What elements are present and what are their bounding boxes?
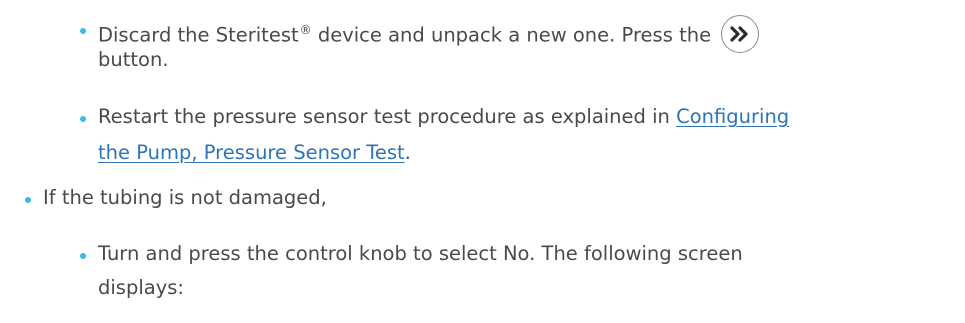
item-text: . [404, 141, 411, 164]
item-text: button. [98, 48, 169, 71]
configuring-pump-link[interactable]: Configuring [676, 105, 789, 128]
list-item-continuation: displays: [98, 276, 184, 300]
item-text: device and unpack a new one. Press the [311, 23, 712, 47]
item-text: displays: [98, 276, 184, 299]
registered-mark: ® [299, 22, 312, 37]
item-text: Turn and press the control knob to selec… [98, 242, 743, 265]
list-item-restart: Restart the pressure sensor test procedu… [98, 105, 789, 129]
list-bullet [80, 253, 86, 259]
list-item-tubing: If the tubing is not damaged, [43, 186, 327, 210]
list-bullet [25, 197, 31, 203]
next-button[interactable] [721, 15, 760, 53]
configuring-pump-link[interactable]: the Pump, Pressure Sensor Test [98, 141, 405, 164]
item-text: Restart the pressure sensor test procedu… [98, 105, 670, 128]
list-item-continuation: button. [98, 48, 169, 72]
list-bullet [80, 28, 86, 34]
double-chevron-right-icon [730, 26, 748, 42]
procedure-list: Discard the Steritest® device and unpack… [0, 0, 965, 323]
item-text: If the tubing is not damaged, [43, 186, 327, 209]
item-text: Discard the Steritest [98, 23, 299, 47]
list-item-continuation: the Pump, Pressure Sensor Test. [98, 141, 411, 165]
list-bullet [80, 116, 86, 122]
list-item-knob: Turn and press the control knob to selec… [98, 242, 743, 266]
list-item-discard: Discard the Steritest® device and unpack… [98, 15, 760, 55]
